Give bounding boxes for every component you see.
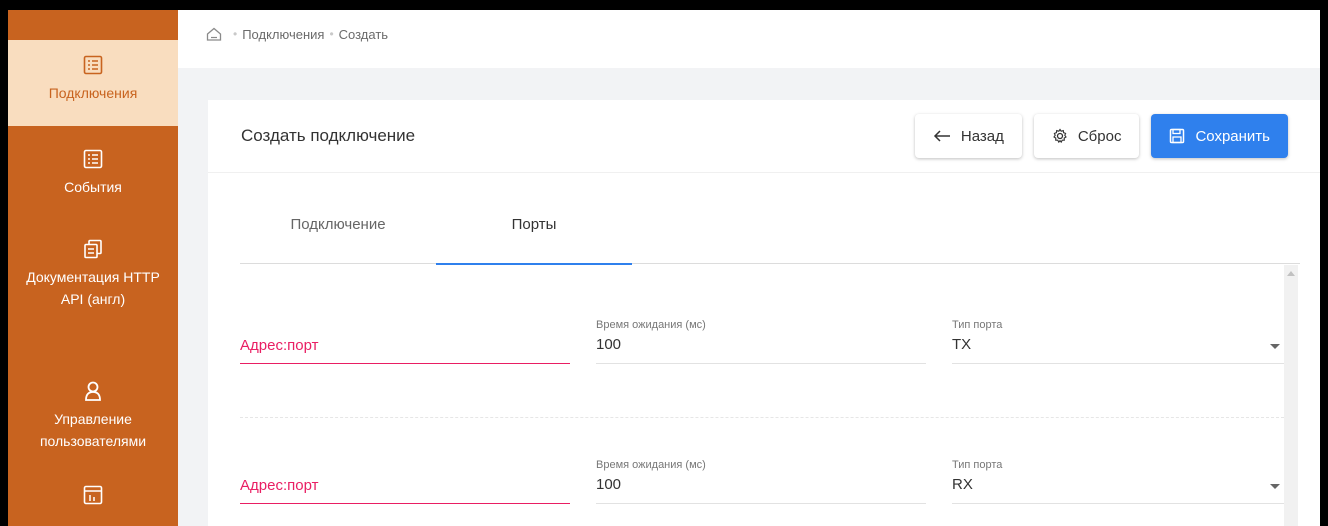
timeout-label: Время ожидания (мс): [596, 459, 706, 471]
address-port-placeholder: Адрес:порт: [240, 337, 319, 354]
app-window: Подключения События Документация HTTP AP…: [8, 10, 1320, 526]
sidebar-item-http-api-docs[interactable]: Документация HTTP API (англ): [8, 238, 178, 380]
breadcrumb: • Подключения • Создать: [178, 10, 1320, 68]
address-port-placeholder: Адрес:порт: [240, 477, 319, 494]
port-type-label: Тип порта: [952, 459, 1003, 471]
tab-ports[interactable]: Порты: [436, 202, 632, 265]
list-icon: [83, 55, 103, 75]
list-icon: [83, 149, 103, 169]
scroll-up-icon[interactable]: [1287, 271, 1295, 276]
port-type-select[interactable]: Тип порта RX: [952, 435, 1284, 507]
tabs: Подключение Порты: [240, 202, 1300, 265]
tab-connection[interactable]: Подключение: [240, 202, 436, 264]
sidebar-item-events[interactable]: События: [8, 126, 178, 238]
port-type-select[interactable]: Тип порта TX: [952, 295, 1284, 367]
dashboard-icon: [83, 485, 103, 505]
breadcrumb-separator: •: [233, 27, 238, 41]
port-type-value: TX: [952, 336, 972, 353]
sidebar-item-user-management[interactable]: Управление пользователями: [8, 380, 178, 484]
home-icon[interactable]: [206, 27, 222, 41]
sidebar-item-label: Подключения: [48, 85, 138, 101]
documents-icon: [84, 239, 102, 259]
sidebar: Подключения События Документация HTTP AP…: [8, 10, 178, 526]
dropdown-caret-icon: [1270, 344, 1280, 349]
address-port-field[interactable]: Адрес:порт: [240, 295, 570, 367]
timeout-field[interactable]: Время ожидания (мс) 100: [596, 295, 926, 367]
port-type-label: Тип порта: [952, 319, 1003, 331]
sidebar-item-label: Документация HTTP API (англ): [26, 269, 160, 307]
breadcrumb-item-connections[interactable]: Подключения: [242, 27, 324, 42]
address-port-field[interactable]: Адрес:порт: [240, 435, 570, 507]
user-icon: [85, 381, 101, 401]
port-row: Адрес:порт Время ожидания (мс) 100 Тип п…: [240, 295, 1284, 365]
dropdown-caret-icon: [1270, 484, 1280, 489]
breadcrumb-separator: •: [329, 27, 334, 41]
timeout-value: 100: [596, 476, 622, 493]
sidebar-item-connections[interactable]: Подключения: [8, 40, 178, 126]
breadcrumb-item-create: Создать: [338, 27, 389, 42]
timeout-value: 100: [596, 336, 622, 353]
scrollbar[interactable]: [1284, 265, 1298, 526]
timeout-label: Время ожидания (мс): [596, 319, 706, 331]
sidebar-item-label: Управление пользователями: [39, 411, 147, 449]
port-row: Адрес:порт Время ожидания (мс) 100 Тип п…: [240, 435, 1284, 505]
row-divider: [240, 417, 1284, 418]
ports-form: Адрес:порт Время ожидания (мс) 100 Тип п…: [240, 265, 1284, 526]
timeout-field[interactable]: Время ожидания (мс) 100: [596, 435, 926, 507]
port-type-value: RX: [952, 476, 973, 493]
sidebar-item-label: События: [64, 179, 122, 195]
sidebar-item-dashboard[interactable]: [8, 484, 178, 512]
